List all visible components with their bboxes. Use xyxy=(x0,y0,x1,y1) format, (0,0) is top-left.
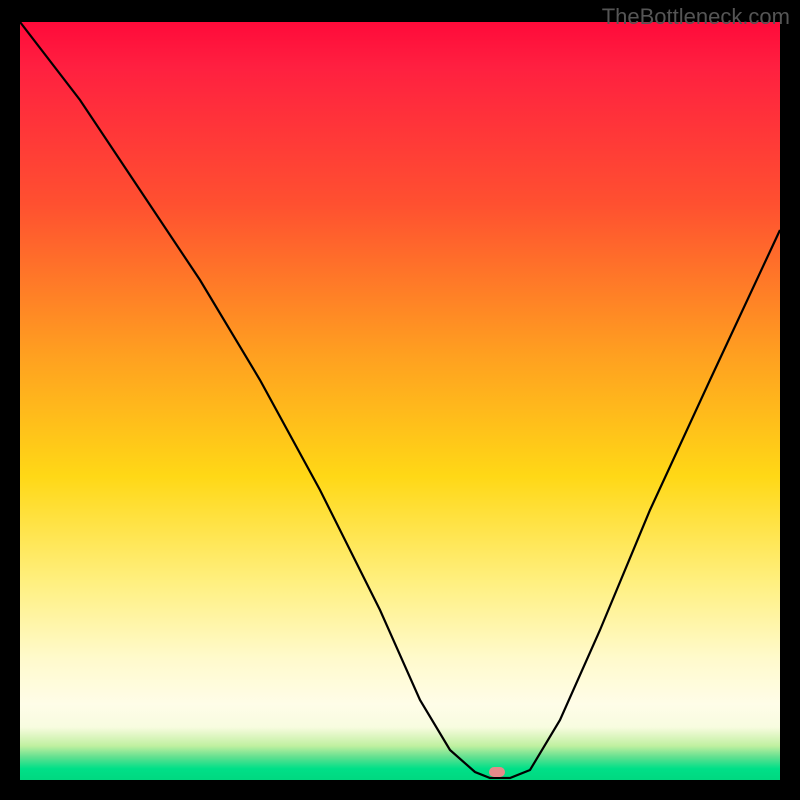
watermark-text: TheBottleneck.com xyxy=(602,4,790,30)
optimal-marker xyxy=(489,767,505,777)
plot-area xyxy=(20,22,780,780)
bottleneck-curve xyxy=(20,22,780,780)
